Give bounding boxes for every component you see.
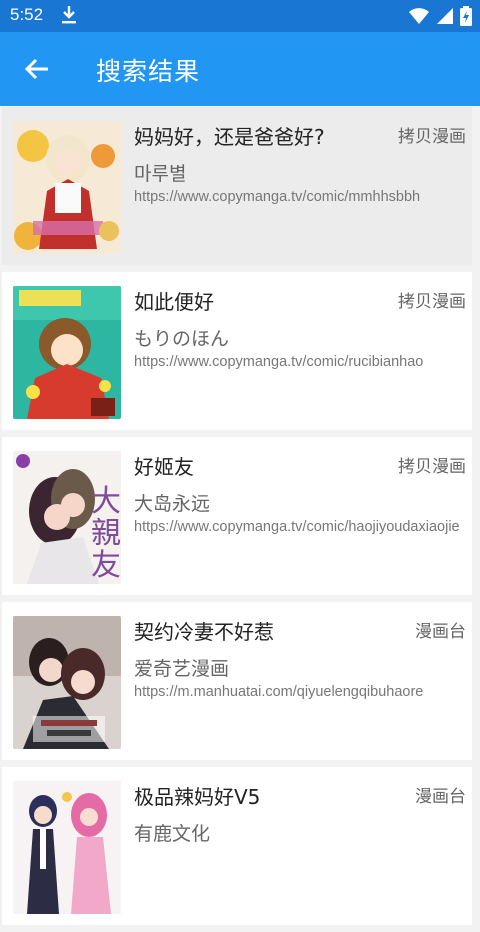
app-bar: 搜索结果: [0, 32, 480, 106]
cover-image: [13, 121, 121, 254]
battery-icon: [460, 6, 472, 26]
svg-text:親: 親: [91, 516, 121, 551]
result-author: もりのほん: [134, 328, 230, 350]
result-card[interactable]: 极品辣妈好V5 漫画台 有鹿文化: [2, 767, 472, 925]
download-icon: [60, 5, 78, 29]
result-title: 妈妈好，还是爸爸好?: [134, 125, 325, 149]
result-title: 如此便好: [134, 290, 214, 314]
result-author: 有鹿文化: [134, 823, 211, 845]
signal-icon: [437, 8, 453, 24]
cover-image: [13, 781, 121, 914]
result-card[interactable]: 大 親 友 好姬友 拷贝漫画 大岛永远 https://www.copymang…: [2, 437, 472, 595]
back-arrow-icon[interactable]: [22, 54, 52, 84]
result-title: 好姬友: [134, 455, 194, 479]
result-url: https://m.manhuatai.com/qiyuelengqibuhao…: [134, 684, 424, 700]
result-source: 漫画台: [415, 622, 466, 642]
status-icons: [408, 6, 472, 26]
result-title: 契约冷妻不好惹: [134, 620, 274, 644]
page-title: 搜索结果: [96, 57, 201, 86]
svg-text:友: 友: [91, 548, 121, 583]
result-url: https://www.copymanga.tv/comic/haojiyoud…: [134, 519, 460, 535]
result-source: 漫画台: [415, 787, 466, 807]
svg-text:大: 大: [91, 484, 121, 519]
cover-image: 大 親 友: [13, 451, 121, 584]
wifi-icon: [409, 8, 429, 24]
result-url: https://www.copymanga.tv/comic/rucibianh…: [134, 354, 424, 370]
result-source: 拷贝漫画: [398, 292, 466, 312]
status-time: 5:52: [10, 5, 44, 24]
result-card[interactable]: 妈妈好，还是爸爸好? 拷贝漫画 마루별 https://www.copymang…: [2, 107, 472, 265]
result-title: 极品辣妈好V5: [134, 785, 261, 809]
result-source: 拷贝漫画: [398, 457, 466, 477]
result-card[interactable]: 契约冷妻不好惹 漫画台 爱奇艺漫画 https://m.manhuatai.co…: [2, 602, 472, 760]
result-author: 마루별: [134, 163, 187, 185]
result-author: 爱奇艺漫画: [134, 658, 230, 680]
cover-image: [13, 286, 121, 419]
results-list: 妈妈好，还是爸爸好? 拷贝漫画 마루별 https://www.copymang…: [0, 107, 480, 932]
result-card[interactable]: 如此便好 拷贝漫画 もりのほん https://www.copymanga.tv…: [2, 272, 472, 430]
result-author: 大岛永远: [134, 493, 211, 515]
cover-image: [13, 616, 121, 749]
status-bar: 5:52: [0, 0, 480, 32]
result-url: https://www.copymanga.tv/comic/mmhhsbbh: [134, 189, 421, 205]
result-source: 拷贝漫画: [398, 127, 466, 147]
